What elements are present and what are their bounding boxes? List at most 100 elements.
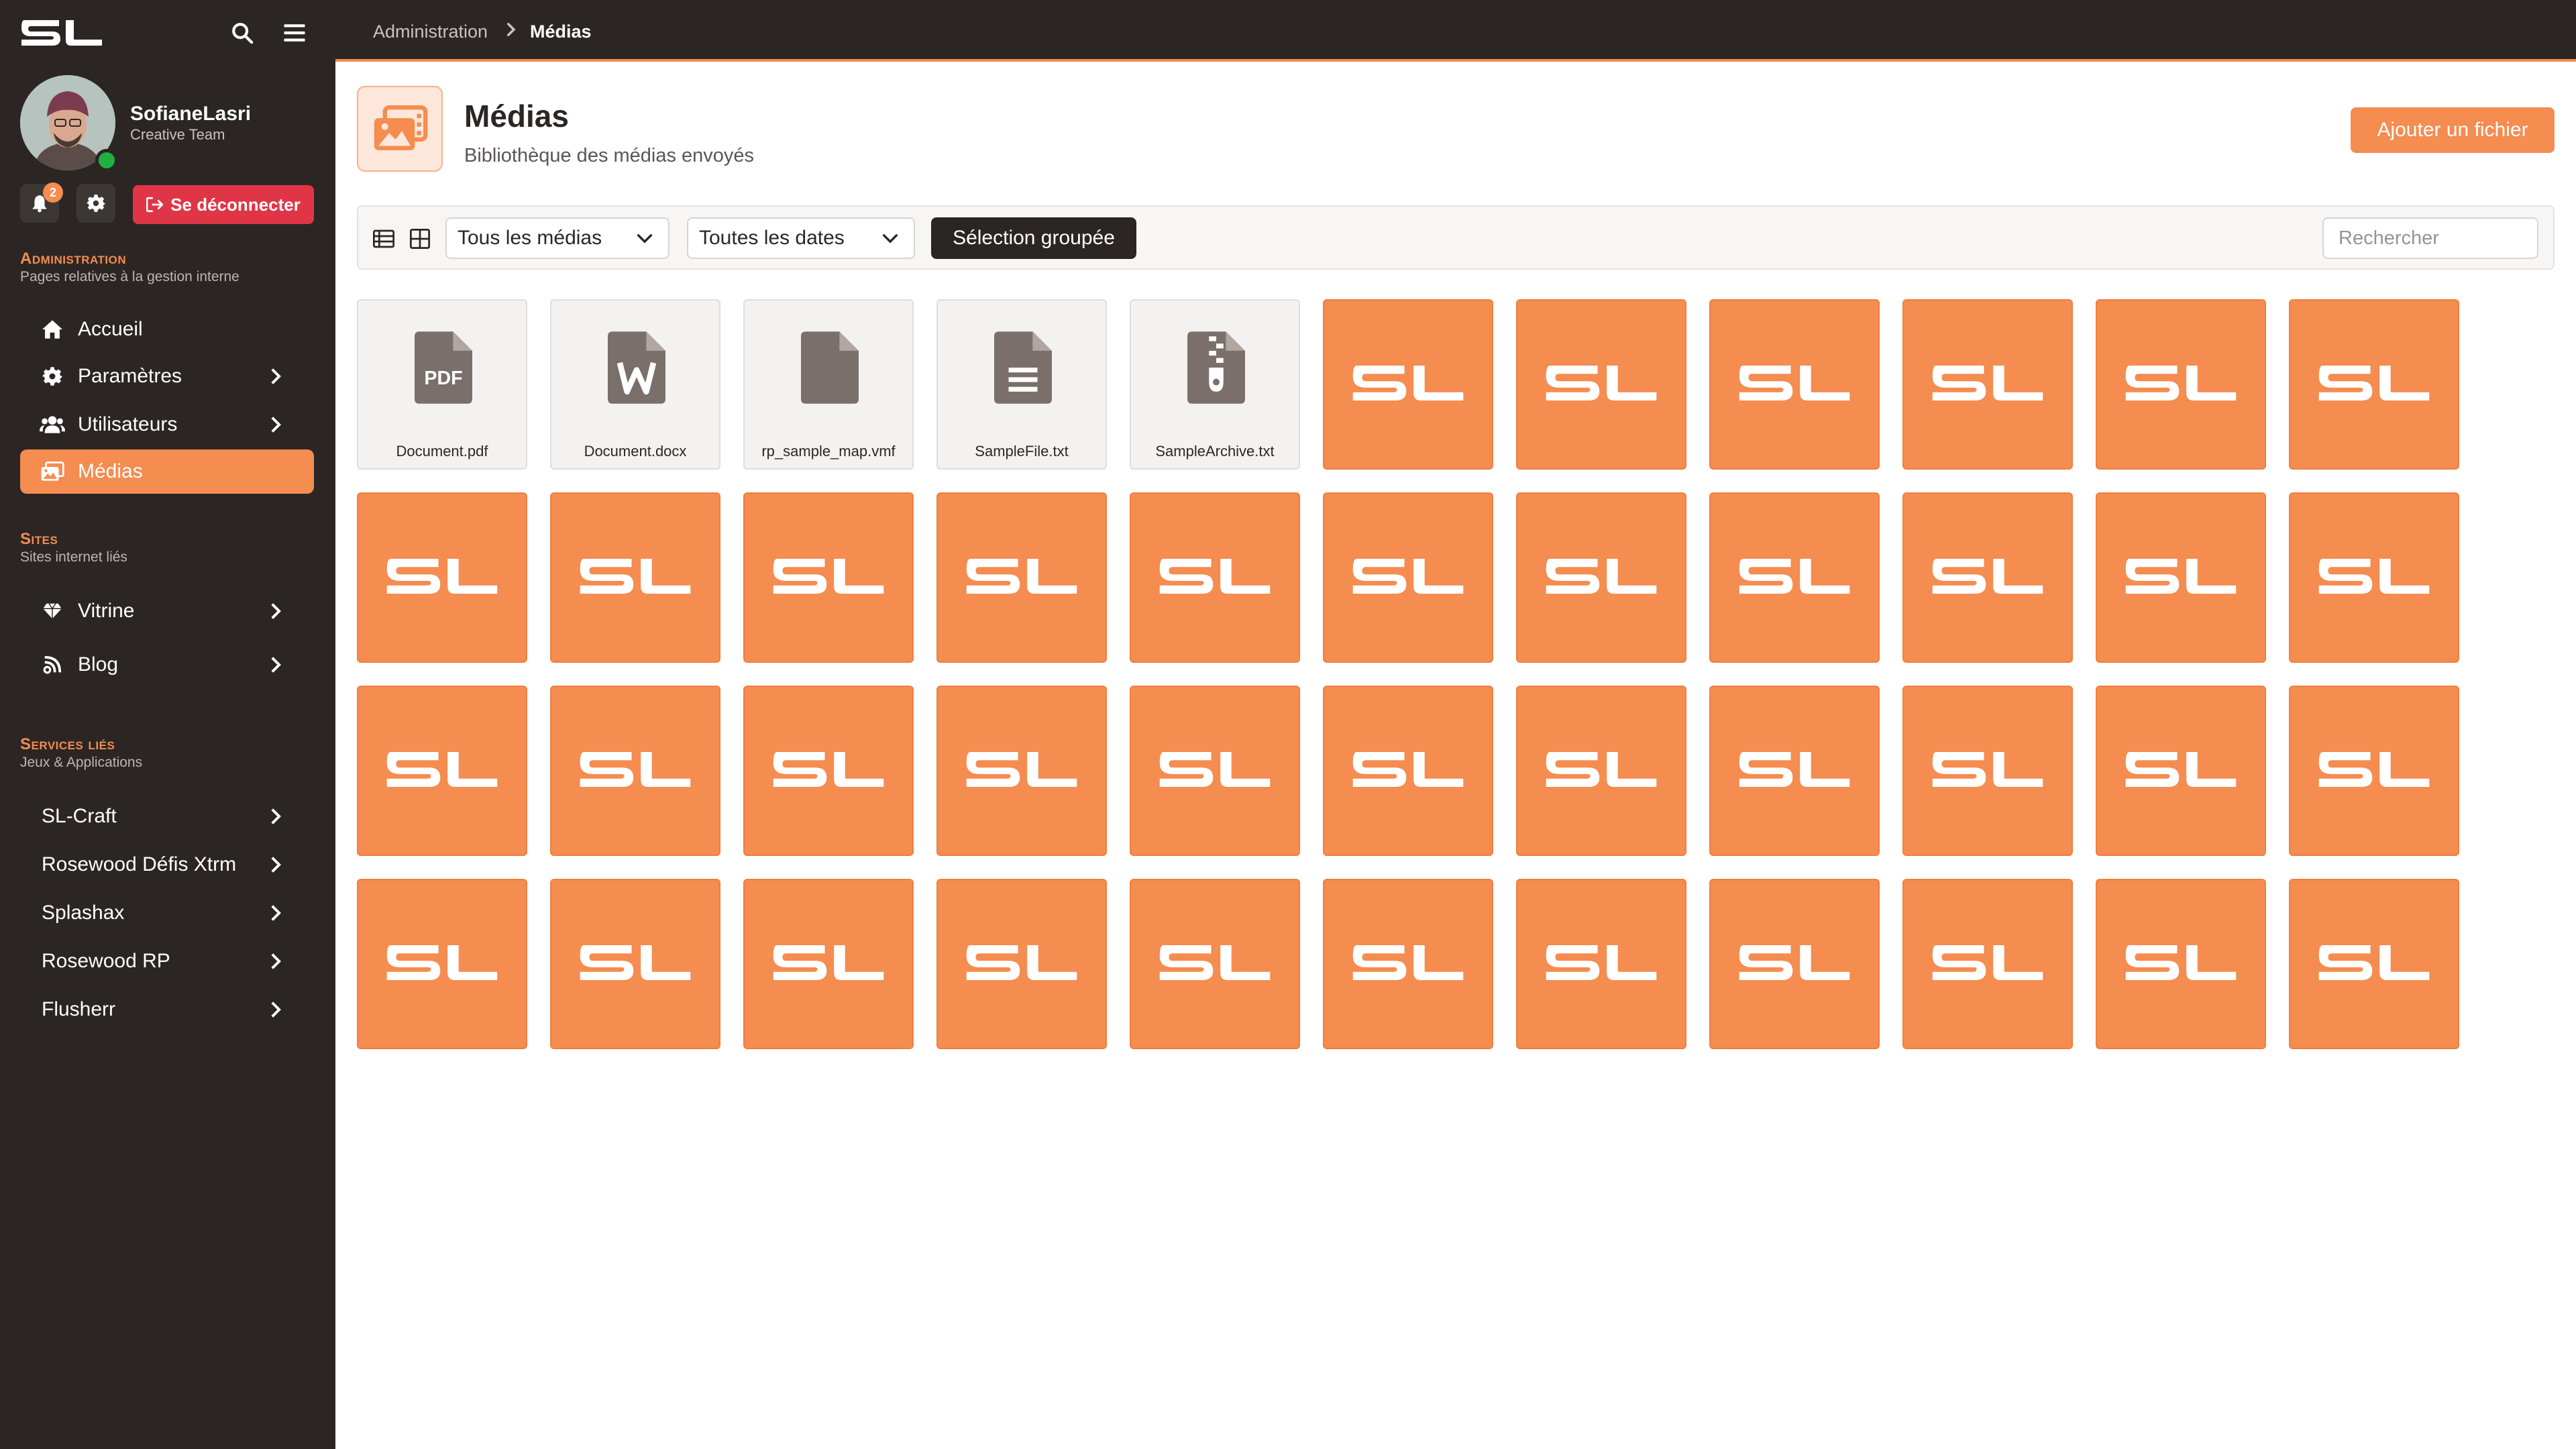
media-tile-image[interactable]: [1516, 686, 1686, 856]
logout-button[interactable]: Se déconnecter: [133, 185, 314, 224]
media-tile-image[interactable]: [1902, 879, 2073, 1049]
media-tile-image[interactable]: [550, 879, 720, 1049]
date-filter-select[interactable]: Toutes les dates: [687, 217, 915, 259]
media-tile-file[interactable]: rp_sample_map.vmf: [743, 299, 914, 470]
sidebar-item-flusherr[interactable]: Flusherr: [20, 987, 314, 1032]
blog-icon: [39, 651, 66, 678]
media-tile-image[interactable]: [1130, 879, 1300, 1049]
hamburger-menu-icon[interactable]: [278, 17, 311, 48]
chevron-right-icon: [266, 655, 286, 675]
media-tile-image[interactable]: [936, 879, 1107, 1049]
page-subtitle: Bibliothèque des médias envoyés: [464, 145, 755, 166]
media-tile-image[interactable]: [1516, 299, 1686, 470]
sidebar-item-rosewood-rp[interactable]: Rosewood RP: [20, 939, 314, 983]
media-tile-image[interactable]: [1323, 299, 1493, 470]
media-tile-image[interactable]: [1323, 879, 1493, 1049]
sidebar-item-parametres[interactable]: Paramètres: [20, 354, 314, 398]
media-tile-image[interactable]: [1709, 686, 1880, 856]
chevron-right-icon: [266, 366, 286, 386]
sl-logo-thumbnail: [1544, 748, 1658, 794]
media-tile-image[interactable]: [936, 492, 1107, 663]
media-tile-image[interactable]: [743, 879, 914, 1049]
media-tile-file[interactable]: PDF Document.pdf: [357, 299, 527, 470]
sidebar-item-vitrine[interactable]: Vitrine: [20, 589, 314, 633]
media-tile-image[interactable]: [1902, 686, 2073, 856]
media-tile-image[interactable]: [1323, 686, 1493, 856]
sidebar-item-utilisateurs[interactable]: Utilisateurs: [20, 402, 314, 447]
media-toolbar: Tous les médias Toutes les dates Sélecti…: [357, 205, 2555, 270]
media-type-filter-select[interactable]: Tous les médias: [445, 217, 669, 259]
sidebar-item-sl-craft[interactable]: SL-Craft: [20, 794, 314, 839]
list-view-icon[interactable]: [372, 227, 396, 251]
media-tile-file[interactable]: SampleFile.txt: [936, 299, 1107, 470]
sl-logo-thumbnail: [2317, 941, 2431, 987]
media-tile-image[interactable]: [1516, 492, 1686, 663]
breadcrumb-parent[interactable]: Administration: [373, 21, 488, 42]
select-value: Toutes les dates: [699, 227, 845, 249]
sidebar-item-rosewood-defis-xtrm[interactable]: Rosewood Défis Xtrm: [20, 843, 314, 887]
sl-logo-thumbnail: [578, 748, 692, 794]
media-tile-image[interactable]: [743, 686, 914, 856]
section-title-services: Services liés: [20, 735, 115, 753]
media-tile-image[interactable]: [1709, 879, 1880, 1049]
settings-button[interactable]: [76, 184, 115, 223]
media-tile-file[interactable]: SampleArchive.txt: [1130, 299, 1300, 470]
sl-logo-thumbnail: [1351, 362, 1465, 408]
sidebar-item-accueil[interactable]: Accueil: [20, 307, 314, 352]
sl-logo-thumbnail: [1158, 941, 1272, 987]
media-tile-image[interactable]: [936, 686, 1107, 856]
grid-view-icon[interactable]: [408, 227, 432, 251]
sl-logo[interactable]: [20, 17, 103, 52]
media-tile-image[interactable]: [2289, 299, 2459, 470]
sidebar-item-label: Rosewood Défis Xtrm: [42, 853, 237, 875]
sl-logo-thumbnail: [2124, 362, 2238, 408]
chevron-right-icon: [266, 601, 286, 621]
search-icon[interactable]: [225, 17, 259, 48]
sidebar-item-splashax[interactable]: Splashax: [20, 891, 314, 935]
media-tile-image[interactable]: [357, 492, 527, 663]
media-tile-image[interactable]: [2096, 492, 2266, 663]
media-tile-image[interactable]: [2289, 879, 2459, 1049]
page-title: Médias: [464, 99, 569, 133]
media-file-name: Document.pdf: [396, 443, 488, 460]
media-tile-image[interactable]: [357, 879, 527, 1049]
sidebar-item-blog[interactable]: Blog: [20, 643, 314, 687]
media-tile-image[interactable]: [1902, 492, 2073, 663]
media-tile-image[interactable]: [550, 492, 720, 663]
media-tile-image[interactable]: [2289, 492, 2459, 663]
file-icon: [801, 331, 859, 404]
media-tile-image[interactable]: [1130, 686, 1300, 856]
chevron-down-icon: [881, 233, 902, 244]
gem-icon: [39, 598, 66, 625]
media-tile-image[interactable]: [1902, 299, 2073, 470]
sl-logo-thumbnail: [1931, 748, 2045, 794]
media-tile-image[interactable]: [1323, 492, 1493, 663]
bulk-selection-button[interactable]: Sélection groupée: [931, 217, 1136, 259]
chevron-right-icon: [266, 951, 286, 971]
add-file-button[interactable]: Ajouter un fichier: [2351, 107, 2555, 153]
sl-logo-thumbnail: [385, 941, 499, 987]
media-tile-image[interactable]: [2289, 686, 2459, 856]
media-page-icon: [357, 86, 443, 172]
sl-logo-thumbnail: [965, 941, 1079, 987]
media-tile-image[interactable]: [2096, 879, 2266, 1049]
media-tile-image[interactable]: [357, 686, 527, 856]
media-file-name: Document.docx: [584, 443, 687, 460]
images-icon: [39, 458, 66, 485]
media-tile-image[interactable]: [1709, 492, 1880, 663]
sidebar-item-label: Paramètres: [78, 365, 182, 387]
media-tile-file[interactable]: Document.docx: [550, 299, 720, 470]
media-tile-image[interactable]: [550, 686, 720, 856]
search-input[interactable]: [2322, 217, 2538, 259]
media-tile-image[interactable]: [1130, 492, 1300, 663]
media-tile-image[interactable]: [1516, 879, 1686, 1049]
notification-count-badge: 2: [43, 182, 63, 203]
sl-logo-thumbnail: [1544, 362, 1658, 408]
media-tile-image[interactable]: [743, 492, 914, 663]
section-subtitle-services: Jeux & Applications: [20, 755, 143, 770]
media-tile-image[interactable]: [2096, 686, 2266, 856]
sl-logo-thumbnail: [1931, 362, 2045, 408]
media-tile-image[interactable]: [1709, 299, 1880, 470]
media-tile-image[interactable]: [2096, 299, 2266, 470]
sidebar-item-medias[interactable]: Médias: [20, 449, 314, 494]
